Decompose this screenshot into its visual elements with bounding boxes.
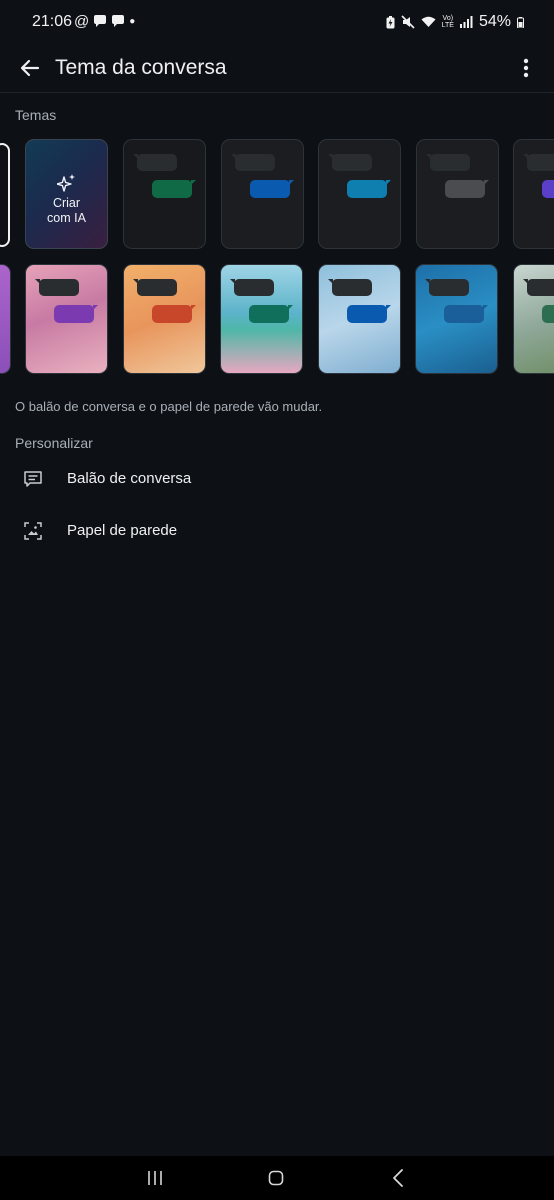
incoming-bubble-preview [132, 279, 177, 296]
status-bar: 21:06 @ ● Vo) LTE 54% [0, 0, 554, 44]
wallpaper-setting-label: Papel de parede [67, 522, 178, 539]
theme-card[interactable] [415, 139, 499, 249]
incoming-bubble-preview [230, 154, 275, 171]
chat-bubble-icon [94, 15, 107, 27]
create-with-ai-label: Criar com IA [26, 196, 107, 226]
outgoing-bubble-preview [152, 180, 196, 198]
theme-card[interactable] [123, 139, 206, 249]
battery-percentage: 54% [478, 13, 511, 30]
theme-card[interactable] [25, 264, 108, 374]
theme-card[interactable] [512, 264, 554, 374]
theme-card-partial[interactable] [0, 264, 11, 374]
outgoing-bubble-preview [151, 305, 196, 323]
incoming-bubble-preview [35, 279, 79, 296]
incoming-bubble-preview [328, 154, 372, 171]
incoming-bubble-preview [522, 279, 554, 296]
outgoing-bubble-preview [249, 180, 294, 198]
status-time: 21:06 [32, 13, 73, 30]
theme-card[interactable] [220, 139, 304, 249]
themes-section-label: Temas [15, 107, 57, 123]
sparkle-icon [57, 174, 75, 192]
outgoing-bubble-preview [346, 305, 391, 323]
theme-card[interactable] [122, 264, 206, 374]
outgoing-bubble-preview [444, 305, 488, 323]
arrow-left-icon[interactable] [18, 56, 42, 80]
outgoing-bubble-preview [54, 305, 98, 323]
chat-bubble-outline-icon [24, 471, 42, 487]
incoming-bubble-preview [425, 279, 469, 296]
theme-card[interactable] [415, 264, 498, 374]
wallpaper-icon [24, 522, 42, 540]
chat-bubble-setting-label: Balão de conversa [67, 470, 192, 487]
battery-saver-icon [386, 15, 395, 28]
incoming-bubble-preview [133, 154, 177, 171]
more-vertical-icon[interactable] [516, 56, 536, 80]
signal-icon [459, 16, 473, 28]
page-title: Tema da conversa [55, 56, 227, 79]
incoming-bubble-preview [425, 154, 470, 171]
navigation-bar [0, 1156, 554, 1200]
theme-card[interactable] [317, 264, 401, 374]
incoming-bubble-preview [327, 279, 372, 296]
dot-icon: ● [129, 16, 136, 27]
incoming-bubble-preview [230, 279, 274, 296]
app-bar: Tema da conversa [0, 44, 554, 93]
create-with-ai-card[interactable]: Criar com IA [25, 139, 108, 249]
incoming-bubble-preview [523, 154, 554, 171]
battery-icon [517, 16, 524, 28]
theme-card[interactable] [513, 139, 554, 249]
outgoing-bubble-preview [444, 180, 489, 198]
outgoing-bubble-preview [542, 180, 554, 198]
theme-card-selected[interactable] [0, 143, 10, 247]
mute-icon [401, 15, 415, 29]
nav-back-icon[interactable] [392, 1169, 404, 1187]
outgoing-bubble-preview [541, 305, 554, 323]
recents-icon[interactable] [147, 1170, 163, 1186]
theme-row-2 [0, 264, 554, 376]
themes-caption: O balão de conversa e o papel de parede … [15, 399, 323, 414]
theme-row-1: Criar com IA [0, 139, 554, 251]
chat-bubble-setting[interactable]: Balão de conversa [0, 456, 554, 504]
outgoing-bubble-preview [347, 180, 391, 198]
volte-icon: Vo) LTE [441, 15, 454, 29]
wifi-icon [421, 16, 436, 27]
theme-card[interactable] [220, 264, 303, 374]
create-with-ai-label-line2: com IA [47, 211, 86, 225]
at-sign-icon: @ [74, 13, 90, 30]
status-system-icons: Vo) LTE 54% [386, 13, 524, 31]
personalize-section-label: Personalizar [15, 435, 93, 451]
create-with-ai-label-line1: Criar [52, 196, 81, 210]
theme-card[interactable] [318, 139, 401, 249]
wallpaper-setting[interactable]: Papel de parede [0, 508, 554, 556]
home-icon[interactable] [268, 1170, 284, 1186]
status-notification-icons: @ ● [74, 13, 135, 30]
outgoing-bubble-preview [249, 305, 293, 323]
chat-bubble-icon [112, 15, 125, 27]
